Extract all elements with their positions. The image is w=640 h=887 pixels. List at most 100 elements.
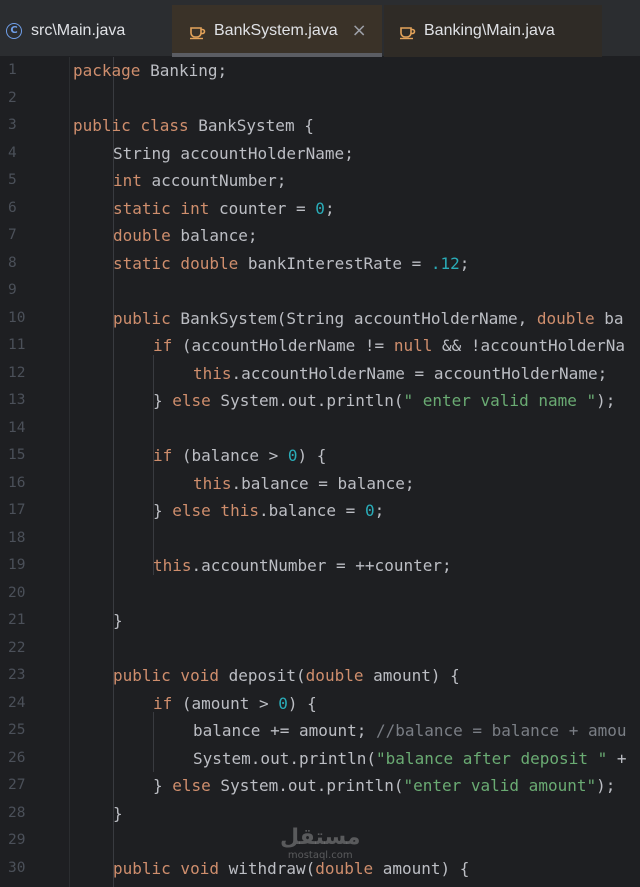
code-token: withdraw( [218,858,316,878]
code-token: .balance = balance; [231,473,415,493]
code-token: (balance > [172,446,288,465]
code-line[interactable]: 4 String accountHolderName; [0,140,640,168]
code-token: balance += amount; [193,721,377,740]
line-number: 21 [8,612,26,628]
line-number: 2 [8,89,17,106]
code-token: public void [113,858,219,878]
code-line[interactable]: 20 [0,580,640,608]
code-token: double [315,858,374,878]
line-number: 24 [8,694,26,711]
code-token: balance; [170,226,258,245]
code-token: public [73,116,131,135]
code-line[interactable]: 24 if (amount > 0) { [0,690,640,718]
code-token: .accountHolderName = accountHolderName; [231,363,608,383]
code-token: double [113,226,171,245]
code-token: amount) { [373,858,470,878]
code-line[interactable]: 23 public void deposit(double amount) { [0,662,640,690]
tab-label: BankSystem.java [214,22,338,39]
code-token: double [305,666,364,685]
code-line[interactable]: 28} [0,800,640,828]
line-number: 29 [8,832,26,848]
java-cup-icon [400,27,416,40]
tab-banksystem-java[interactable]: BankSystem.java × [172,5,382,57]
code-line[interactable]: 17 } else this.balance = 0; [0,497,640,525]
code-token: ); [596,776,616,795]
code-token: 0 [287,446,298,465]
code-line[interactable]: 2 [0,85,640,113]
code-text: public void withdraw(double amount) { [113,855,469,883]
code-token: "enter valid amount" [403,776,597,795]
code-line[interactable]: 6 static int counter = 0; [0,195,640,223]
code-token: } [153,776,173,795]
line-number: 7 [8,227,17,243]
code-line[interactable]: 30 public void withdraw(double amount) { [0,855,640,883]
tab-label: Banking\Main.java [424,22,555,39]
code-token: this [193,473,232,493]
code-text: if (amount > 0) { [153,690,317,718]
line-number: 3 [8,117,17,133]
code-token: .12 [430,253,460,273]
code-token: } [113,803,123,823]
code-line[interactable]: 26 System.out.println("balance after depo… [0,745,640,773]
code-line[interactable]: 7 double balance; [0,222,640,250]
code-token: } [153,501,173,520]
code-token: out [287,391,317,410]
code-token: .balance = [258,501,365,520]
code-token: bankInterestRate = [238,253,431,273]
code-token: 0 [278,693,288,713]
code-token: int [113,171,142,190]
code-token: else this [172,501,259,520]
code-line[interactable]: 16 this.balance = balance; [0,470,640,498]
code-line[interactable]: 21} [0,607,640,635]
code-line[interactable]: 15 if (balance > 0) { [0,442,640,470]
code-token: } [153,391,173,410]
code-token: Banking; [140,61,228,80]
code-token: if [153,336,173,355]
code-token: System.out.println( [193,748,377,768]
code-token: BankSystem(String accountHolderName, [170,308,537,328]
code-area[interactable]: 1 package Banking; 2 3 public class BankSyst… [0,57,640,887]
code-token: //balance = balance + amou [376,721,627,740]
java-cup-icon [190,27,206,40]
code-text: public BankSystem(String accountHolderNa… [113,305,624,333]
code-line[interactable]: 11 if (accountHolderName != null && !acco… [0,332,640,360]
code-text: this.accountNumber = ++counter; [153,552,452,580]
code-line[interactable]: 25 balance += amount; //balance = balance… [0,717,640,745]
code-token: this [153,556,192,575]
line-number: 19 [8,557,26,573]
code-line[interactable]: 5 int accountNumber; [0,167,640,195]
code-line[interactable]: 18 [0,525,640,553]
line-number: 17 [8,502,26,518]
code-token: ; [324,198,335,218]
code-line[interactable]: 8 static double bankInterestRate = .12; [0,250,640,278]
code-token: .accountNumber = ++counter; [191,556,452,575]
code-line[interactable]: 9 [0,277,640,305]
code-line[interactable]: 14 [0,415,640,443]
code-line[interactable]: 19 this.accountNumber = ++counter; [0,552,640,580]
code-line[interactable]: 3 public class BankSystem { [0,112,640,140]
code-token: (amount > [172,693,279,713]
code-line[interactable]: 1 package Banking; [0,57,640,85]
code-line[interactable]: 10 public BankSystem(String accountHolder… [0,305,640,333]
code-token: ) { [297,446,327,465]
code-token: (accountHolderName != [172,336,394,355]
code-text: String accountHolderName; [113,140,354,168]
code-line[interactable]: 12 this.accountHolderName = accountHolder… [0,360,640,388]
code-token: " enter valid name " [403,391,597,410]
code-token: ; [374,501,385,520]
code-token: System.out.println( [210,776,404,795]
code-token: ba [594,308,624,328]
code-text: static double bankInterestRate = .12; [113,250,469,278]
code-text: if (accountHolderName != null && !accoun… [153,332,625,360]
code-line[interactable]: 22 [0,635,640,663]
code-text: double balance; [113,222,258,250]
code-line[interactable]: 13} else System.out.println(" enter vali… [0,387,640,415]
code-line[interactable]: 27} else System.out.println("enter valid… [0,772,640,800]
close-icon[interactable]: × [352,22,367,40]
editor-tab-bar: C src\Main.java BankSystem.java × Bankin… [0,0,640,57]
code-token: BankSystem { [188,116,314,135]
code-text: } else this.balance = 0; [153,497,384,525]
code-line[interactable]: 29 [0,827,640,855]
tab-banking-main-java[interactable]: Banking\Main.java [384,5,602,57]
tab-src-main-java[interactable]: C src\Main.java [0,5,170,57]
